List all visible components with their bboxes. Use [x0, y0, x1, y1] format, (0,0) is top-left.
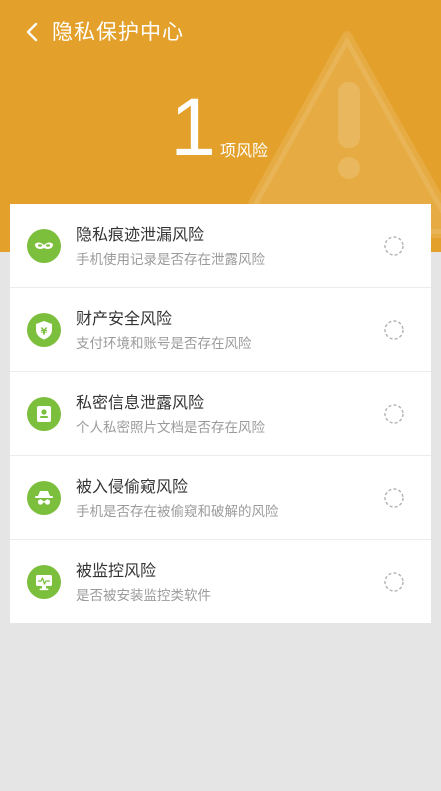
loading-spinner-icon	[384, 320, 404, 340]
page-title: 隐私保护中心	[52, 20, 184, 44]
risk-item-subtitle: 手机是否存在被偷窥和破解的风险	[76, 504, 279, 520]
yen-shield-icon: ¥	[27, 313, 61, 347]
risk-count: 1	[170, 82, 216, 173]
risk-item-intrusion[interactable]: 被入侵偷窥风险 手机是否存在被偷窥和破解的风险	[10, 456, 431, 540]
risk-item-subtitle: 是否被安装监控类软件	[76, 588, 211, 604]
top-bar: 隐私保护中心	[0, 0, 441, 64]
mask-icon	[27, 229, 61, 263]
risk-item-title: 财产安全风险	[76, 309, 173, 328]
risk-count-unit: 项风险	[220, 141, 269, 160]
risk-item-title: 隐私痕迹泄漏风险	[76, 225, 205, 244]
risk-item-monitoring[interactable]: 被监控风险 是否被安装监控类软件	[10, 540, 431, 624]
risk-item-title: 被监控风险	[76, 561, 157, 580]
loading-spinner-icon	[384, 488, 404, 508]
monitor-icon	[27, 565, 61, 599]
svg-text:¥: ¥	[41, 327, 48, 338]
risk-item-title: 被入侵偷窥风险	[76, 477, 189, 496]
risk-item-subtitle: 支付环境和账号是否存在风险	[76, 336, 252, 352]
risk-item-title: 私密信息泄露风险	[76, 393, 205, 412]
loading-spinner-icon	[384, 404, 404, 424]
back-button[interactable]	[18, 18, 46, 46]
risk-item-property[interactable]: ¥ 财产安全风险 支付环境和账号是否存在风险	[10, 288, 431, 372]
risk-item-subtitle: 个人私密照片文档是否存在风险	[76, 420, 265, 436]
spy-icon	[27, 481, 61, 515]
risk-list: 隐私痕迹泄漏风险 手机使用记录是否存在泄露风险 ¥ 财产安全风险 支付环境和账号…	[10, 204, 431, 623]
chevron-left-icon	[26, 22, 38, 42]
risk-item-privacy-trace[interactable]: 隐私痕迹泄漏风险 手机使用记录是否存在泄露风险	[10, 204, 431, 288]
id-card-icon	[27, 397, 61, 431]
loading-spinner-icon	[384, 236, 404, 256]
loading-spinner-icon	[384, 572, 404, 592]
risk-item-private-info[interactable]: 私密信息泄露风险 个人私密照片文档是否存在风险	[10, 372, 431, 456]
risk-item-subtitle: 手机使用记录是否存在泄露风险	[76, 252, 265, 268]
